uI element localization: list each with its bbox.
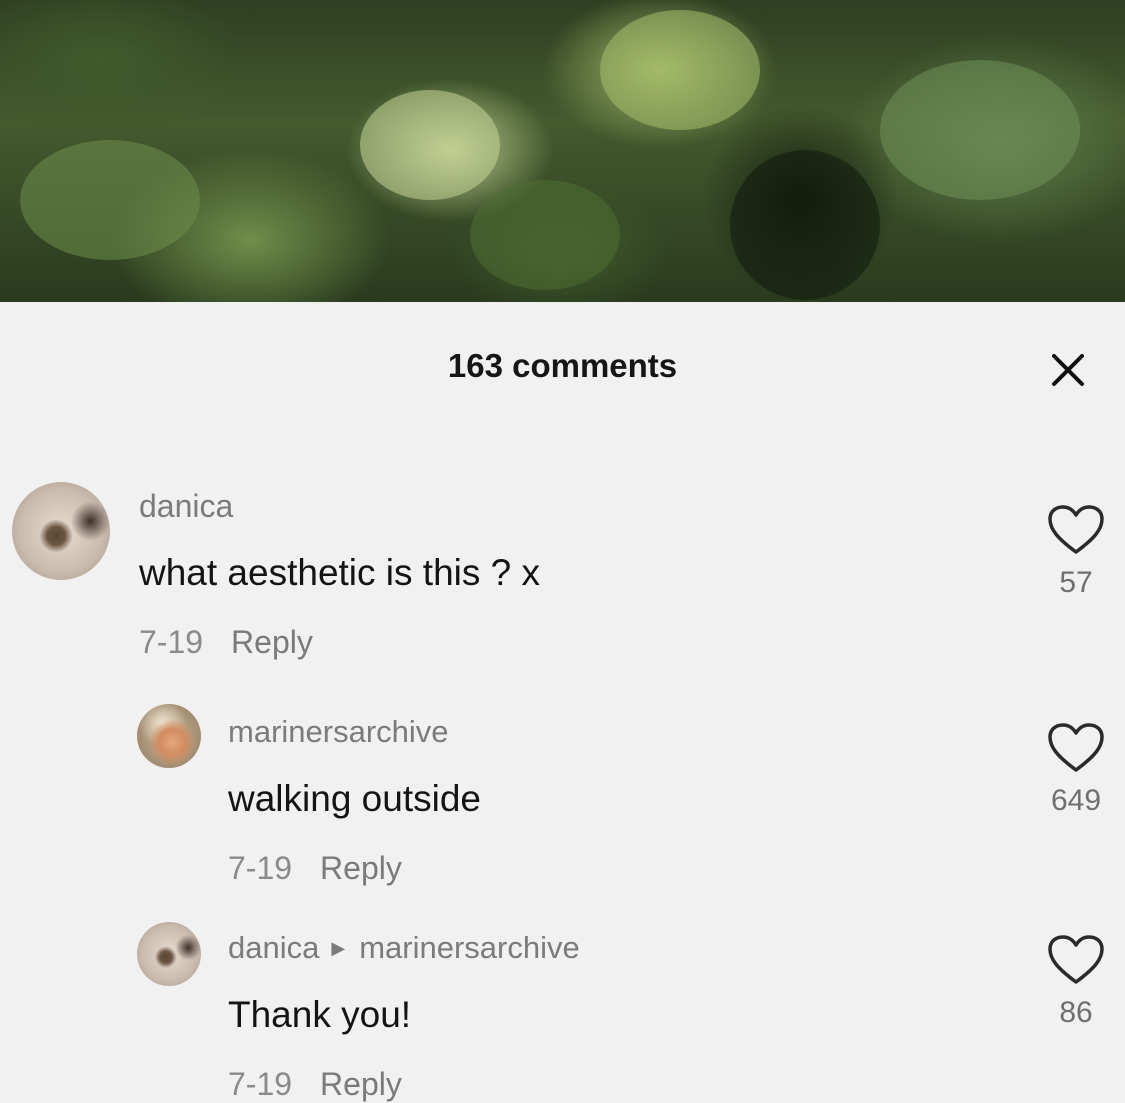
foliage-shape (730, 150, 880, 300)
comment-text: what aesthetic is this ? x (139, 552, 541, 593)
like-count: 57 (1059, 566, 1093, 599)
avatar[interactable] (137, 704, 201, 768)
comment-username[interactable]: danica ▶ marinersarchive (228, 930, 580, 966)
comment-date: 7-19 (228, 850, 293, 886)
foliage-shape (880, 60, 1080, 200)
like-count: 649 (1050, 784, 1102, 817)
reply-to-username[interactable]: marinersarchive (359, 930, 580, 965)
foliage-shape (470, 180, 620, 290)
close-icon[interactable] (1048, 350, 1088, 390)
comment-username[interactable]: danica (139, 488, 233, 525)
foliage-shape (20, 140, 200, 260)
video-preview[interactable] (0, 0, 1125, 302)
reply-button[interactable]: Reply (231, 624, 313, 660)
like-count: 86 (1059, 996, 1093, 1029)
foliage-shape (600, 10, 760, 130)
reply-arrow-icon: ▶ (331, 938, 346, 958)
comment-date: 7-19 (139, 624, 204, 660)
comment-text: walking outside (228, 778, 481, 819)
comment-meta: 7-19 Reply (228, 850, 402, 887)
avatar[interactable] (12, 482, 110, 580)
like-button[interactable]: 57 (1041, 504, 1111, 600)
comments-count-title: 163 comments (447, 347, 678, 384)
like-button[interactable]: 649 (1041, 722, 1111, 818)
heart-icon (1048, 723, 1104, 772)
comment-username[interactable]: marinersarchive (228, 714, 449, 750)
reply-button[interactable]: Reply (320, 850, 402, 886)
heart-icon (1048, 505, 1104, 554)
comment-author[interactable]: danica (228, 930, 319, 965)
like-button[interactable]: 86 (1041, 934, 1111, 1030)
comment-meta: 7-19 Reply (228, 1066, 402, 1103)
comments-sheet: 163 comments danica what aesthetic is th… (0, 302, 1125, 1102)
comment-date: 7-19 (228, 1066, 293, 1102)
avatar[interactable] (137, 922, 201, 986)
comment-meta: 7-19 Reply (139, 624, 313, 661)
comment-text: Thank you! (228, 994, 412, 1035)
foliage-shape (360, 90, 500, 200)
heart-icon (1048, 935, 1104, 984)
reply-button[interactable]: Reply (320, 1066, 402, 1102)
